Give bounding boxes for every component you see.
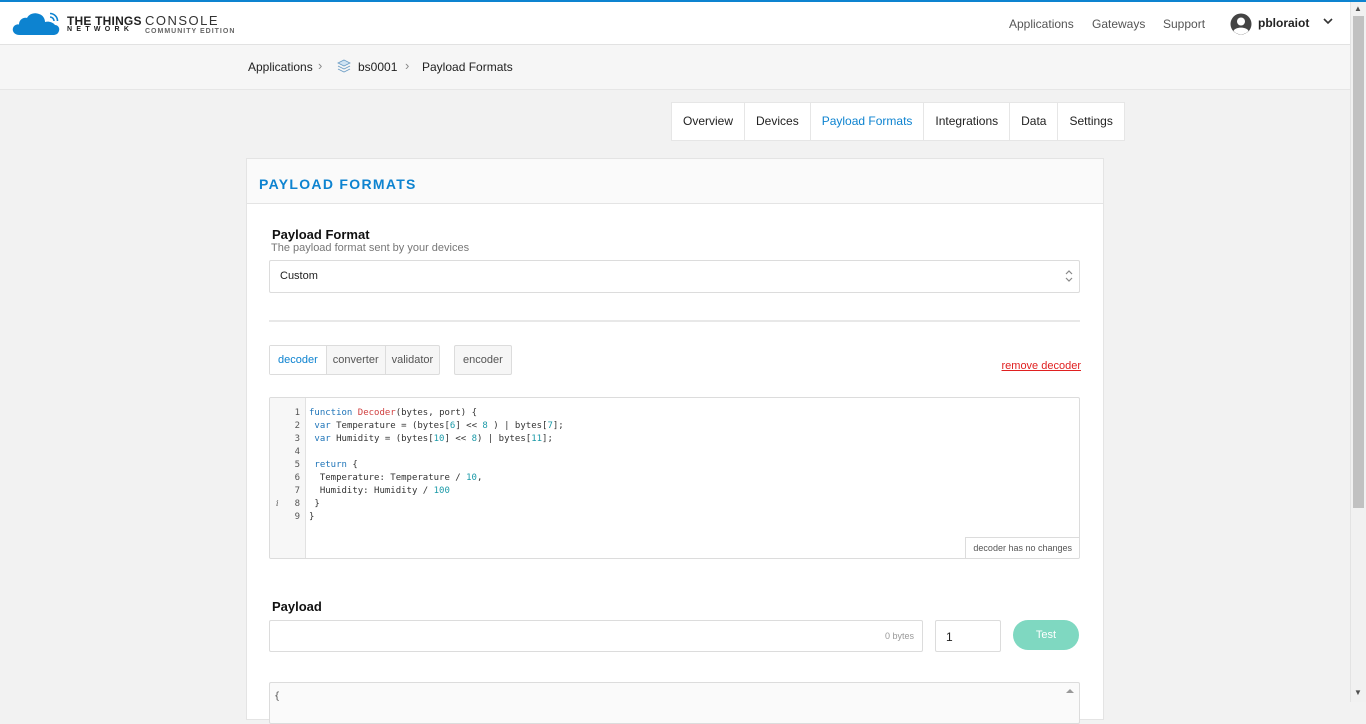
tab-devices[interactable]: Devices (745, 103, 811, 140)
section-divider (269, 320, 1080, 322)
line-number: 4 (294, 447, 300, 457)
payload-input[interactable]: 0 bytes (269, 620, 923, 652)
console-title: CONSOLE (145, 13, 220, 28)
editor-status: decoder has no changes (965, 537, 1079, 558)
port-input[interactable]: 1 (935, 620, 1001, 652)
encoder-tab[interactable]: encoder (454, 345, 512, 375)
tab-data[interactable]: Data (1010, 103, 1059, 140)
function-tabs: decoder converter validator (269, 345, 441, 375)
line-number: 3 (294, 434, 300, 444)
tab-overview[interactable]: Overview (672, 103, 746, 140)
breadcrumb-app[interactable]: bs0001 (358, 60, 397, 74)
scroll-up-arrow-icon[interactable]: ▲ (1354, 4, 1362, 13)
select-arrows-icon (1065, 270, 1073, 282)
line-number: 2 (294, 421, 300, 431)
user-avatar-icon (1230, 13, 1252, 35)
code-line: var Temperature = (bytes[6] << 8 ) | byt… (314, 421, 564, 431)
line-number: 8 (294, 499, 300, 509)
code-line: return { (314, 460, 358, 470)
port-value: 1 (946, 630, 953, 644)
brand-name-bottom: NETWORK (67, 26, 134, 33)
nav-applications-link[interactable]: Applications (1009, 17, 1074, 31)
line-number: 5 (294, 460, 300, 470)
breadcrumb-applications[interactable]: Applications (248, 60, 313, 74)
test-button[interactable]: Test (1013, 620, 1079, 650)
scroll-down-arrow-icon[interactable]: ▼ (1354, 688, 1362, 697)
payload-format-value: Custom (280, 270, 318, 282)
scroll-up-icon[interactable] (1065, 687, 1075, 695)
tab-integrations[interactable]: Integrations (924, 103, 1011, 140)
top-header: THE THINGS NETWORK CONSOLE COMMUNITY EDI… (0, 2, 1350, 45)
card-title: PAYLOAD FORMATS (259, 176, 417, 192)
code-line: var Humidity = (bytes[10] << 8) | bytes[… (314, 434, 553, 444)
chevron-down-icon (1323, 18, 1333, 25)
payload-format-description: The payload format sent by your devices (271, 242, 470, 254)
tab-settings[interactable]: Settings (1058, 103, 1123, 140)
output-text: { (274, 691, 281, 702)
card-header: PAYLOAD FORMATS (247, 159, 1103, 204)
test-output[interactable]: { (269, 682, 1080, 724)
code-line: } (309, 512, 315, 522)
payload-byte-count: 0 bytes (884, 631, 914, 641)
line-number: 9 (294, 512, 300, 522)
nav-gateways-link[interactable]: Gateways (1092, 17, 1145, 31)
line-number: 6 (294, 473, 300, 483)
converter-tab[interactable]: converter (327, 346, 386, 374)
code-editor[interactable]: 1 2 3 4 5 6 7 i 8 9 function Decoder(byt… (269, 397, 1080, 559)
code-line: Humidity: Humidity / 100 (309, 486, 450, 496)
application-stack-icon (337, 59, 351, 73)
tab-payload-formats[interactable]: Payload Formats (811, 103, 925, 140)
breadcrumb: Applications › bs0001 › Payload Formats (0, 45, 1350, 90)
cloud-logo-icon (12, 12, 60, 36)
payload-formats-card: PAYLOAD FORMATS Payload Format The paylo… (246, 158, 1104, 724)
page-scrollbar[interactable]: ▲ ▼ (1350, 2, 1366, 702)
nav-support-link[interactable]: Support (1163, 17, 1205, 31)
console-subtitle: COMMUNITY EDITION (145, 28, 236, 35)
breadcrumb-separator: › (318, 58, 323, 73)
decoder-tab[interactable]: decoder (270, 346, 327, 374)
application-tabs: Overview Devices Payload Formats Integra… (671, 102, 1125, 141)
line-number-gutter: 1 2 3 4 5 6 7 i 8 9 (270, 398, 306, 558)
payload-format-select[interactable]: Custom (269, 260, 1080, 293)
payload-format-label: Payload Format (272, 227, 370, 242)
code-line: function Decoder(bytes, port) { (309, 408, 477, 418)
code-line: Temperature: Temperature / 10, (309, 473, 483, 483)
code-line: } (309, 499, 320, 509)
line-number: 7 (294, 486, 300, 496)
validator-tab[interactable]: validator (386, 346, 440, 374)
line-number: 1 (294, 408, 300, 418)
remove-decoder-link[interactable]: remove decoder (1002, 360, 1082, 372)
breadcrumb-current: Payload Formats (422, 60, 513, 74)
payload-label: Payload (272, 599, 322, 614)
breadcrumb-separator: › (405, 58, 410, 73)
username: pbloraiot (1258, 16, 1310, 30)
scrollbar-thumb[interactable] (1353, 16, 1364, 508)
